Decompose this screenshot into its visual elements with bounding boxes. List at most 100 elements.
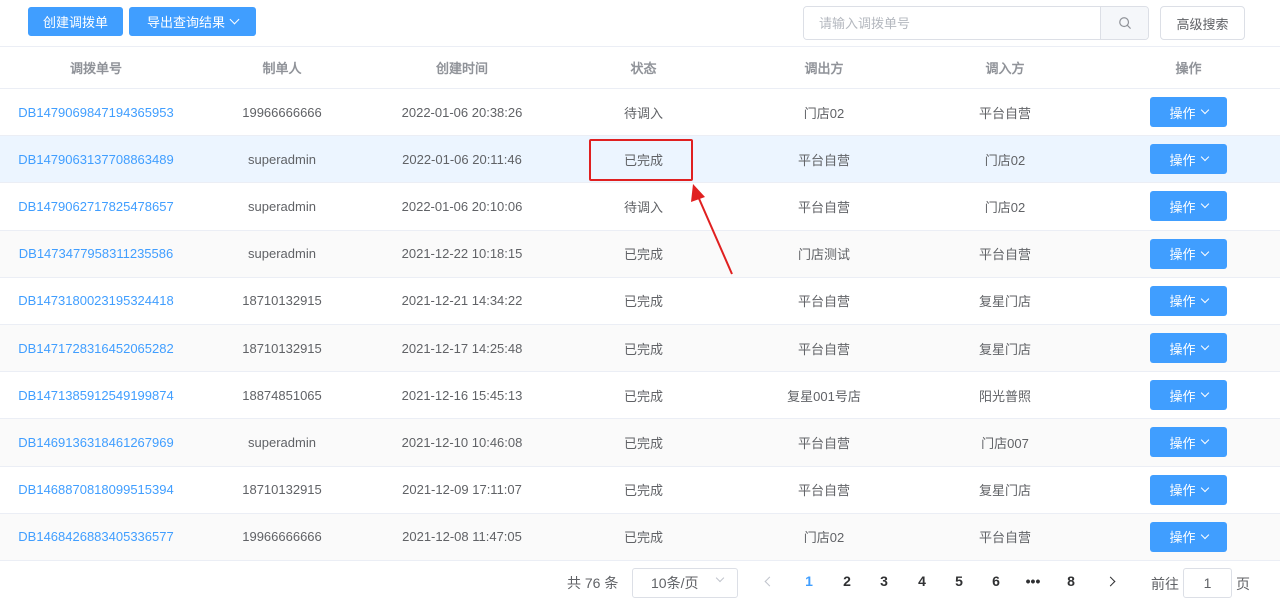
table-row: DB1479062717825478657 superadmin 2022-01-0… [0,183,1280,231]
table-row: DB1468870818099515394 18710132915 2021-12-… [0,467,1280,514]
page-number[interactable]: 2 [837,573,857,589]
transfer-to-cell: 平台自营 [978,530,1031,546]
row-action-button[interactable]: 操作 [1150,474,1227,505]
row-action-button[interactable]: 操作 [1150,285,1227,316]
status-cell: 已完成 [623,483,663,499]
table-row: DB1479069847194365953 19966666666 2022-01-… [0,89,1280,137]
page-number[interactable]: 3 [874,573,894,589]
transfer-number-link[interactable]: DB1479062717825478657 [0,199,192,214]
page-number[interactable]: 8 [1061,573,1081,589]
status-cell: 已完成 [623,530,663,546]
page-size-select[interactable]: 10条/页 [632,568,738,598]
action-cell: 操作 [1097,285,1280,316]
action-cell: 操作 [1097,333,1280,364]
transfer-to-cell: 复星门店 [978,483,1031,499]
creator-cell: 18874851065 [242,387,322,403]
row-action-button[interactable]: 操作 [1150,238,1227,269]
creator-cell: superadmin [248,151,316,167]
annotation-arrow [691,184,733,275]
status-cell: 已完成 [623,388,663,404]
row-action-label: 操作 [1169,341,1196,357]
created-time-cell: 2021-12-08 11:47:05 [402,529,522,545]
action-cell: 操作 [1097,97,1280,128]
status-cell: 已完成 [623,435,663,451]
goto-unit-label: 页 [1236,576,1250,592]
row-action-button[interactable]: 操作 [1150,97,1227,128]
chevron-down-icon [1200,388,1209,398]
creator-cell: superadmin [248,434,316,450]
row-action-label: 操作 [1169,152,1196,168]
transfer-to-cell: 门店02 [984,199,1026,215]
table-row: DB1468426883405336577 19966666666 2021-12-… [0,513,1280,561]
toolbar: 创建调拨单 导出查询结果 高级搜索 [0,0,1280,46]
transfer-number-link[interactable]: DB1471385912549199874 [0,388,192,403]
goto-label: 前往 [1151,576,1179,592]
transfer-from-cell: 平台自营 [797,199,850,215]
header-transfer-number: 调拨单号 [69,61,122,76]
row-action-button[interactable]: 操作 [1150,380,1227,411]
transfer-number-link[interactable]: DB1473180023195324418 [0,293,192,308]
row-action-label: 操作 [1169,247,1196,263]
creator-cell: superadmin [248,246,316,262]
row-action-label: 操作 [1169,435,1196,451]
chevron-down-icon [1200,294,1209,304]
transfer-to-cell: 平台自营 [978,105,1031,121]
creator-cell: superadmin [248,198,316,214]
more-pages-ellipsis[interactable]: ••• [1023,573,1043,589]
header-creator: 制单人 [262,61,302,76]
export-results-button[interactable]: 导出查询结果 [129,7,256,36]
action-cell: 操作 [1097,191,1280,222]
goto-page-input[interactable] [1183,568,1232,598]
chevron-down-icon [715,573,725,583]
transfer-number-link[interactable]: DB1468426883405336577 [0,529,192,544]
created-time-cell: 2022-01-06 20:11:46 [402,151,522,167]
page-number[interactable]: 4 [912,573,932,589]
next-page-button[interactable] [1100,573,1120,588]
chevron-down-icon [1200,436,1209,445]
search-icon [1118,17,1131,29]
page-number[interactable]: 1 [799,573,819,589]
chevron-down-icon [1200,200,1209,209]
action-cell: 操作 [1097,380,1280,411]
transfer-to-cell: 门店007 [981,435,1029,451]
transfer-number-link[interactable]: DB1468870818099515394 [0,482,192,497]
transfer-from-cell: 平台自营 [797,341,850,357]
created-time-cell: 2021-12-16 15:45:13 [401,387,523,403]
creator-cell: 19966666666 [242,104,322,120]
transfer-number-link[interactable]: DB1479063137708863489 [0,152,192,167]
chevron-left-icon [764,576,774,587]
create-transfer-button[interactable]: 创建调拨单 [28,7,123,36]
transfer-number-link[interactable]: DB1469136318461267969 [0,435,192,450]
transfer-to-cell: 平台自营 [978,247,1031,263]
row-action-label: 操作 [1169,199,1196,215]
row-action-button[interactable]: 操作 [1150,191,1227,222]
created-time-cell: 2021-12-22 10:18:15 [401,246,523,262]
row-action-button[interactable]: 操作 [1150,521,1227,552]
row-action-button[interactable]: 操作 [1150,144,1227,175]
transfer-from-cell: 门店测试 [797,247,850,263]
created-time-cell: 2022-01-06 20:10:06 [401,198,523,214]
transfer-to-cell: 复星门店 [978,341,1031,357]
header-actions: 操作 [1175,61,1202,76]
chevron-down-icon [1200,483,1209,492]
search-box [803,6,1149,40]
transfer-number-link[interactable]: DB1479069847194365953 [0,105,192,120]
creator-cell: 19966666666 [242,529,322,545]
transfer-from-cell: 门店02 [803,105,845,121]
transfer-from-cell: 平台自营 [797,294,850,310]
page-number[interactable]: 6 [986,573,1006,589]
annotation-highlight-box [589,139,693,181]
created-time-cell: 2021-12-21 14:34:22 [401,293,523,309]
action-cell: 操作 [1097,474,1280,505]
search-button[interactable] [1100,7,1148,39]
row-action-button[interactable]: 操作 [1150,427,1227,458]
created-time-cell: 2021-12-09 17:11:07 [402,482,522,498]
search-input[interactable] [804,7,1100,39]
page-number[interactable]: 5 [949,573,969,589]
prev-page-button[interactable] [759,573,779,588]
transfer-number-link[interactable]: DB1471728316452065282 [0,341,192,356]
row-action-label: 操作 [1169,294,1196,310]
transfer-number-link[interactable]: DB1473477958311235586 [0,246,192,261]
advanced-search-button[interactable]: 高级搜索 [1160,6,1245,40]
row-action-button[interactable]: 操作 [1150,333,1227,364]
